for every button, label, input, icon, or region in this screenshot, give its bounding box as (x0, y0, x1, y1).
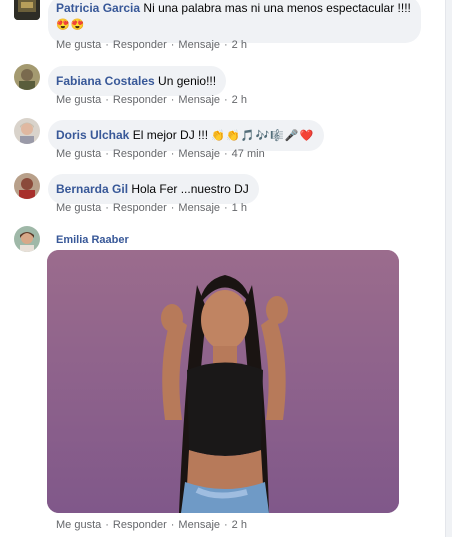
comment-author[interactable]: Patricia Garcia (56, 1, 140, 15)
message-link[interactable]: Mensaje (178, 148, 220, 160)
reply-link[interactable]: Responder (113, 39, 167, 51)
avatar-image (14, 226, 40, 252)
comment-actions: Me gusta · Responder · Mensaje · 2 h (56, 39, 247, 51)
separator-dot: · (170, 148, 175, 160)
timestamp[interactable]: 1 h (232, 202, 247, 214)
scrollbar[interactable] (445, 0, 452, 537)
message-link[interactable]: Mensaje (178, 519, 220, 531)
clapping-hands-emoji-icon: 👏 (211, 130, 226, 142)
separator-dot: · (170, 202, 175, 214)
like-link[interactable]: Me gusta (56, 94, 101, 106)
avatar-image (14, 173, 40, 199)
clapping-hands-emoji-icon: 👏 (226, 130, 240, 142)
reply-link[interactable]: Responder (113, 148, 167, 160)
avatar[interactable] (14, 226, 40, 252)
separator-dot: · (170, 94, 175, 106)
comment-actions: Me gusta · Responder · Mensaje · 2 h (56, 519, 247, 531)
separator-dot: · (105, 39, 109, 51)
separator-dot: · (224, 148, 228, 160)
separator-dot: · (105, 148, 109, 160)
message-link[interactable]: Mensaje (178, 94, 220, 106)
avatar-image (14, 64, 40, 90)
reply-link[interactable]: Responder (113, 519, 167, 531)
comment-emojis: 👏👏🎵🎶🎼🎤❤️ (211, 128, 314, 142)
musical-score-emoji-icon: 🎼 (270, 130, 284, 142)
comment-text: Hola Fer ...nuestro DJ (131, 182, 249, 196)
heart-eyes-emoji-icon: 😍 (56, 19, 70, 31)
separator-dot: · (224, 39, 228, 51)
separator-dot: · (105, 519, 109, 531)
red-heart-emoji-icon: ❤️ (299, 130, 314, 142)
comment-bubble: Bernarda Gil Hola Fer ...nuestro DJ (48, 174, 259, 204)
message-link[interactable]: Mensaje (178, 39, 220, 51)
heart-eyes-emoji-icon: 😍 (70, 19, 85, 31)
avatar[interactable] (14, 64, 40, 90)
comment-actions: Me gusta · Responder · Mensaje · 47 min (56, 148, 265, 160)
comment-text: El mejor DJ !!! (132, 128, 209, 142)
comment-text: Un genio!!! (158, 74, 217, 88)
avatar-image (14, 0, 40, 20)
music-notes-emoji-icon: 🎶 (255, 130, 270, 142)
comment-author[interactable]: Bernarda Gil (56, 182, 128, 196)
avatar[interactable] (14, 118, 40, 144)
comment-bubble: Doris Ulchak El mejor DJ !!! 👏👏🎵🎶🎼🎤❤️ (48, 120, 325, 151)
music-note-emoji-icon: 🎵 (240, 130, 255, 142)
like-link[interactable]: Me gusta (56, 202, 101, 214)
separator-dot: · (170, 519, 175, 531)
separator-dot: · (105, 94, 109, 106)
comment-actions: Me gusta · Responder · Mensaje · 1 h (56, 202, 247, 214)
separator-dot: · (224, 202, 228, 214)
comment-bubble: Patricia Garcia Ni una palabra mas ni un… (48, 0, 421, 43)
separator-dot: · (105, 202, 109, 214)
reply-link[interactable]: Responder (113, 202, 167, 214)
comment-author[interactable]: Emilia Raaber (56, 234, 129, 246)
microphone-emoji-icon: 🎤 (284, 130, 299, 142)
like-link[interactable]: Me gusta (56, 39, 101, 51)
timestamp[interactable]: 47 min (232, 148, 265, 160)
timestamp[interactable]: 2 h (232, 94, 247, 106)
avatar[interactable] (14, 0, 40, 20)
separator-dot: · (224, 519, 228, 531)
like-link[interactable]: Me gusta (56, 148, 101, 160)
separator-dot: · (170, 39, 175, 51)
message-link[interactable]: Mensaje (178, 202, 220, 214)
avatar[interactable] (14, 173, 40, 199)
timestamp[interactable]: 2 h (232, 519, 247, 531)
timestamp[interactable]: 2 h (232, 39, 247, 51)
comment-author[interactable]: Doris Ulchak (56, 128, 129, 142)
comment-actions: Me gusta · Responder · Mensaje · 2 h (56, 94, 247, 106)
like-link[interactable]: Me gusta (56, 519, 101, 531)
avatar-image (14, 118, 40, 144)
comment-photo[interactable] (47, 250, 399, 513)
comment-text: Ni una palabra mas ni una menos espectac… (143, 1, 411, 15)
separator-dot: · (224, 94, 228, 106)
comment-bubble: Fabiana Costales Un genio!!! (48, 66, 227, 96)
reply-link[interactable]: Responder (113, 94, 167, 106)
comment-author[interactable]: Fabiana Costales (56, 74, 155, 88)
dancer-photo-image (47, 250, 399, 513)
comment-emojis: 😍😍 (56, 16, 411, 33)
